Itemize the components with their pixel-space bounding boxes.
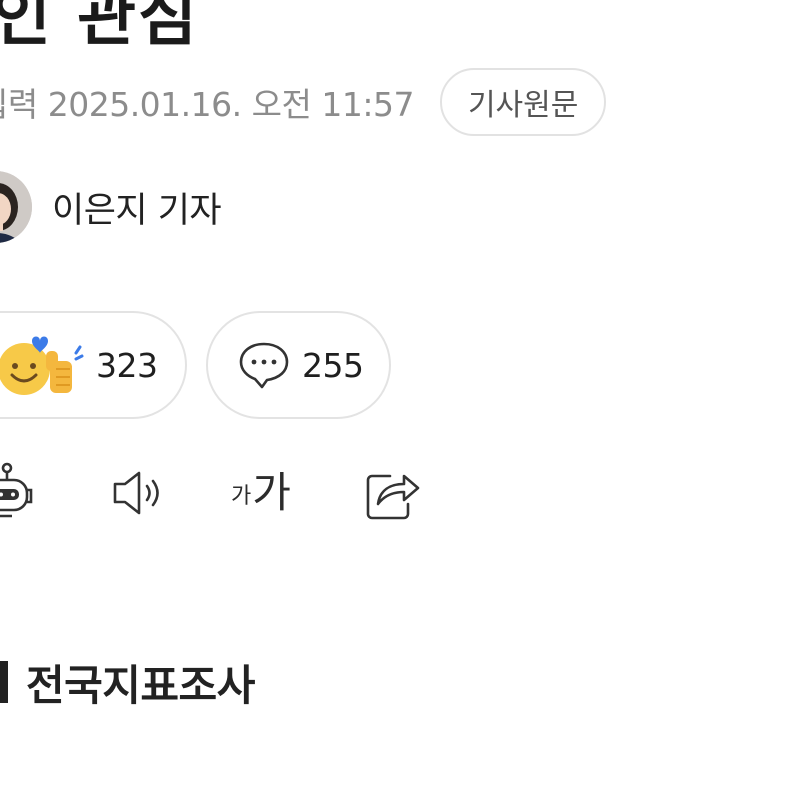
- article-page: 인 관심 입력 2025.01.16. 오전 11:57 기사원문 이은지 기자: [0, 0, 800, 800]
- comment-button[interactable]: 255: [206, 311, 391, 419]
- author-row[interactable]: 이은지 기자: [0, 171, 222, 243]
- author-avatar[interactable]: [0, 171, 32, 243]
- reaction-count: 323: [96, 345, 158, 385]
- section-marker: [0, 661, 8, 703]
- section-title: 전국지표조사: [26, 660, 255, 710]
- listen-button[interactable]: [103, 458, 173, 528]
- reaction-button[interactable]: 323: [0, 311, 187, 419]
- author-name[interactable]: 이은지 기자: [52, 182, 222, 233]
- section-heading: 전국지표조사: [0, 652, 255, 712]
- speaker-icon: [113, 471, 159, 515]
- reaction-emoji-icon: [0, 336, 84, 395]
- summary-bot-button[interactable]: [0, 458, 50, 528]
- article-meta-row: 입력 2025.01.16. 오전 11:57 기사원문: [0, 66, 607, 138]
- article-headline: 인 관심: [0, 0, 199, 55]
- font-size-large-glyph: 가: [252, 468, 291, 517]
- comment-icon: [239, 342, 289, 389]
- original-article-button[interactable]: 기사원문: [439, 68, 607, 136]
- font-size-button[interactable]: 가 가: [226, 458, 296, 528]
- comment-count: 255: [302, 345, 364, 385]
- share-icon: [366, 474, 420, 520]
- font-size-icon: 가 가: [231, 472, 291, 514]
- font-size-small-glyph: 가: [231, 484, 252, 509]
- share-button[interactable]: [356, 458, 426, 528]
- article-timestamp: 입력 2025.01.16. 오전 11:57: [0, 85, 414, 124]
- author-photo: [0, 171, 32, 243]
- summary-bot-icon: [0, 462, 33, 518]
